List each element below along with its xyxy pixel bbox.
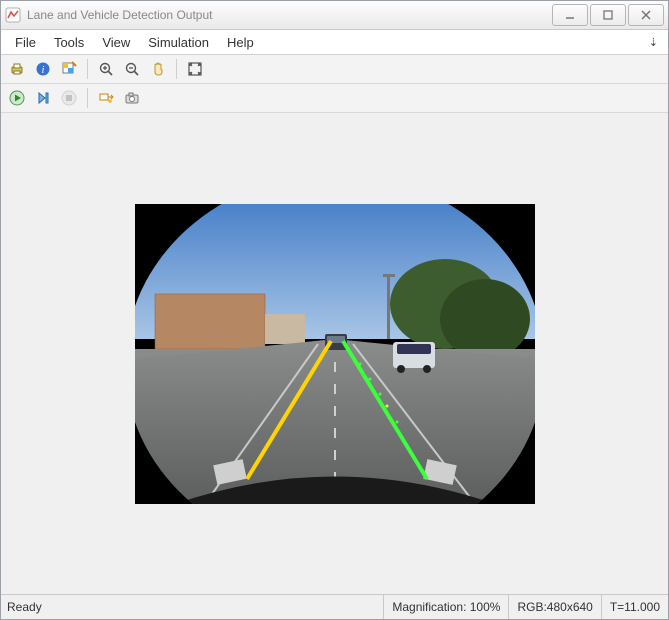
video-viewer <box>1 113 668 594</box>
status-time: T=11.000 <box>601 595 668 619</box>
toolbar-separator <box>87 88 88 108</box>
menubar: File Tools View Simulation Help ⇣ <box>1 30 668 55</box>
minimize-button[interactable] <box>552 4 588 26</box>
window-controls <box>552 4 664 26</box>
highlight-block-button[interactable] <box>94 86 118 110</box>
toolbar-main: i <box>1 55 668 84</box>
status-format: RGB:480x640 <box>508 595 600 619</box>
menu-view[interactable]: View <box>94 33 138 52</box>
print-button[interactable] <box>5 57 29 81</box>
video-frame[interactable] <box>135 204 535 504</box>
toolbar-separator <box>176 59 177 79</box>
window-title: Lane and Vehicle Detection Output <box>27 8 552 22</box>
run-button[interactable] <box>5 86 29 110</box>
menu-simulation[interactable]: Simulation <box>140 33 217 52</box>
menu-help[interactable]: Help <box>219 33 262 52</box>
zoom-in-button[interactable] <box>94 57 118 81</box>
stop-button <box>57 86 81 110</box>
menu-tools[interactable]: Tools <box>46 33 92 52</box>
close-button[interactable] <box>628 4 664 26</box>
titlebar: Lane and Vehicle Detection Output <box>1 1 668 30</box>
pan-button[interactable] <box>146 57 170 81</box>
status-ready-label: Ready <box>7 600 42 614</box>
toolbar-sim <box>1 84 668 113</box>
menu-file[interactable]: File <box>7 33 44 52</box>
app-window: Lane and Vehicle Detection Output File T… <box>0 0 669 620</box>
status-magnification-label: Magnification: <box>392 600 466 614</box>
snapshot-button[interactable] <box>120 86 144 110</box>
new-colormap-button[interactable] <box>57 57 81 81</box>
zoom-out-button[interactable] <box>120 57 144 81</box>
status-ready: Ready <box>1 595 383 619</box>
svg-text:i: i <box>42 65 45 76</box>
menu-overflow-icon[interactable]: ⇣ <box>649 36 662 49</box>
statusbar: Ready Magnification: 100% RGB:480x640 T=… <box>1 594 668 619</box>
maximize-button[interactable] <box>590 4 626 26</box>
toolbar-separator <box>87 59 88 79</box>
step-forward-button[interactable] <box>31 86 55 110</box>
fit-to-window-button[interactable] <box>183 57 207 81</box>
app-icon <box>5 7 21 23</box>
status-magnification-value: 100% <box>470 600 501 614</box>
status-magnification[interactable]: Magnification: 100% <box>383 595 508 619</box>
info-button[interactable]: i <box>31 57 55 81</box>
